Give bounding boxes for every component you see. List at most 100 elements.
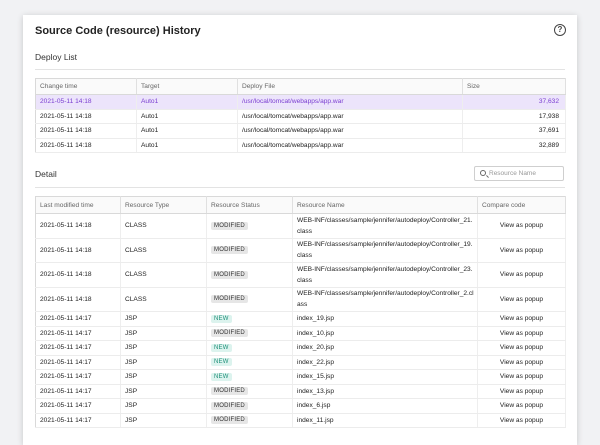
detail-resource-name: index_6.jsp xyxy=(292,398,478,414)
deploy-change-time: 2021-05-11 14:18 xyxy=(35,123,137,139)
detail-resource-type: CLASS xyxy=(120,287,207,312)
status-badge: MODIFIED xyxy=(211,387,248,396)
resource-search-box[interactable] xyxy=(474,166,564,181)
detail-resource-name: index_11.jsp xyxy=(292,413,478,428)
status-badge: MODIFIED xyxy=(211,329,248,338)
view-as-popup-link[interactable]: View as popup xyxy=(477,311,566,327)
status-badge: MODIFIED xyxy=(211,221,248,230)
detail-resource-status: NEW xyxy=(206,355,293,370)
view-as-popup-link[interactable]: View as popup xyxy=(477,287,566,312)
detail-resource-name: WEB-INF/classes/sample/jennifer/autodepl… xyxy=(292,262,478,288)
column-header-change-time[interactable]: Change time xyxy=(35,78,137,95)
detail-resource-type: JSP xyxy=(120,311,207,327)
detail-resource-name: index_20.jsp xyxy=(292,340,478,356)
detail-resource-type: CLASS xyxy=(120,262,207,288)
search-icon xyxy=(480,170,486,176)
deploy-row[interactable]: 2021-05-11 14:18 Auto1/usr/local/tomcat/w… xyxy=(35,138,566,153)
column-header-resource-type[interactable]: Resource Type xyxy=(120,196,207,214)
detail-row[interactable]: 2021-05-11 14:17 JSP MODIFIED index_11.jsp V… xyxy=(35,413,566,428)
detail-resource-type: JSP xyxy=(120,369,207,385)
detail-row[interactable]: 2021-05-11 14:17 JSP MODIFIED index_10.jsp V… xyxy=(35,326,566,341)
deploy-file: /usr/local/tomcat/webapps/app.war xyxy=(237,109,463,124)
detail-row[interactable]: 2021-05-11 14:18 CLASS MODIFIED WEB-INF/cla… xyxy=(35,213,566,239)
detail-resource-name: WEB-INF/classes/sample/jennifer/autodepl… xyxy=(292,238,478,263)
view-as-popup-link[interactable]: View as popup xyxy=(477,238,566,263)
detail-resource-name: WEB-INF/classes/sample/jennifer/autodepl… xyxy=(292,287,478,312)
deploy-size: 17,938 xyxy=(462,109,566,124)
detail-resource-status: MODIFIED xyxy=(206,398,293,414)
column-header-target[interactable]: Target xyxy=(136,78,238,95)
detail-resource-status: MODIFIED xyxy=(206,384,293,399)
column-header-compare-code[interactable]: Compare code xyxy=(477,196,566,214)
detail-row[interactable]: 2021-05-11 14:18 CLASS MODIFIED WEB-INF/cla… xyxy=(35,238,566,263)
view-as-popup-link[interactable]: View as popup xyxy=(477,384,566,399)
detail-row[interactable]: 2021-05-11 14:18 CLASS MODIFIED WEB-INF/cla… xyxy=(35,262,566,288)
detail-resource-status: MODIFIED xyxy=(206,238,293,263)
detail-resource-status: MODIFIED xyxy=(206,413,293,428)
detail-row[interactable]: 2021-05-11 14:17 JSP NEW index_19.jsp View a… xyxy=(35,311,566,327)
detail-row[interactable]: 2021-05-11 14:17 JSP NEW index_22.jsp View a… xyxy=(35,355,566,370)
deploy-size: 37,691 xyxy=(462,123,566,139)
help-icon[interactable]: ? xyxy=(554,24,566,36)
deploy-size: 37,632 xyxy=(462,94,566,110)
detail-resource-type: CLASS xyxy=(120,238,207,263)
detail-row[interactable]: 2021-05-11 14:17 JSP MODIFIED index_13.jsp V… xyxy=(35,384,566,399)
column-header-deploy-file[interactable]: Deploy File xyxy=(237,78,463,95)
view-as-popup-link[interactable]: View as popup xyxy=(477,398,566,414)
deploy-row[interactable]: 2021-05-11 14:18 Auto1/usr/local/tomcat/w… xyxy=(35,94,566,110)
detail-row[interactable]: 2021-05-11 14:18 CLASS MODIFIED WEB-INF/cla… xyxy=(35,287,566,312)
view-as-popup-link[interactable]: View as popup xyxy=(477,340,566,356)
deploy-list-table: Change time Target Deploy File Size 2021… xyxy=(35,78,566,153)
detail-resource-type: JSP xyxy=(120,398,207,414)
detail-row[interactable]: 2021-05-11 14:17 JSP NEW index_15.jsp View a… xyxy=(35,369,566,385)
status-badge: MODIFIED xyxy=(211,401,248,410)
deploy-size: 32,889 xyxy=(462,138,566,153)
column-header-resource-name[interactable]: Resource Name xyxy=(292,196,478,214)
detail-row[interactable]: 2021-05-11 14:17 JSP MODIFIED index_6.jsp Vi… xyxy=(35,398,566,414)
detail-resource-type: JSP xyxy=(120,340,207,356)
deploy-target: Auto1 xyxy=(136,138,238,153)
detail-modified-time: 2021-05-11 14:17 xyxy=(35,340,121,356)
detail-table: Last modified time Resource Type Resourc… xyxy=(35,196,566,428)
column-header-size[interactable]: Size xyxy=(462,78,566,95)
detail-modified-time: 2021-05-11 14:17 xyxy=(35,413,121,428)
detail-modified-time: 2021-05-11 14:18 xyxy=(35,213,121,239)
detail-resource-status: NEW xyxy=(206,311,293,327)
detail-modified-time: 2021-05-11 14:18 xyxy=(35,238,121,263)
resource-history-dialog: Source Code (resource) History ? Deploy … xyxy=(23,15,577,445)
detail-resource-type: JSP xyxy=(120,355,207,370)
detail-row[interactable]: 2021-05-11 14:17 JSP NEW index_20.jsp View a… xyxy=(35,340,566,356)
view-as-popup-link[interactable]: View as popup xyxy=(477,413,566,428)
view-as-popup-link[interactable]: View as popup xyxy=(477,213,566,239)
detail-modified-time: 2021-05-11 14:18 xyxy=(35,287,121,312)
view-as-popup-link[interactable]: View as popup xyxy=(477,369,566,385)
divider xyxy=(35,69,565,70)
detail-modified-time: 2021-05-11 14:17 xyxy=(35,311,121,327)
detail-modified-time: 2021-05-11 14:17 xyxy=(35,384,121,399)
status-badge: NEW xyxy=(211,314,232,323)
deploy-target: Auto1 xyxy=(136,109,238,124)
detail-resource-status: MODIFIED xyxy=(206,326,293,341)
divider xyxy=(35,187,565,188)
detail-resource-status: NEW xyxy=(206,340,293,356)
view-as-popup-link[interactable]: View as popup xyxy=(477,262,566,288)
status-badge: MODIFIED xyxy=(211,246,248,255)
detail-modified-time: 2021-05-11 14:17 xyxy=(35,326,121,341)
column-header-resource-status[interactable]: Resource Status xyxy=(206,196,293,214)
resource-search-input[interactable] xyxy=(489,168,561,179)
status-badge: MODIFIED xyxy=(211,416,248,425)
detail-table-header: Last modified time Resource Type Resourc… xyxy=(35,196,566,214)
detail-resource-type: JSP xyxy=(120,384,207,399)
deploy-file: /usr/local/tomcat/webapps/app.war xyxy=(237,138,463,153)
view-as-popup-link[interactable]: View as popup xyxy=(477,326,566,341)
detail-modified-time: 2021-05-11 14:17 xyxy=(35,355,121,370)
column-header-last-modified-time[interactable]: Last modified time xyxy=(35,196,121,214)
deploy-table-header: Change time Target Deploy File Size xyxy=(35,78,566,95)
deploy-row[interactable]: 2021-05-11 14:18 Auto1/usr/local/tomcat/w… xyxy=(35,123,566,139)
deploy-row[interactable]: 2021-05-11 14:18 Auto1/usr/local/tomcat/w… xyxy=(35,109,566,124)
detail-modified-time: 2021-05-11 14:17 xyxy=(35,369,121,385)
detail-resource-name: index_10.jsp xyxy=(292,326,478,341)
detail-resource-name: WEB-INF/classes/sample/jennifer/autodepl… xyxy=(292,213,478,239)
status-badge: NEW xyxy=(211,372,232,381)
view-as-popup-link[interactable]: View as popup xyxy=(477,355,566,370)
